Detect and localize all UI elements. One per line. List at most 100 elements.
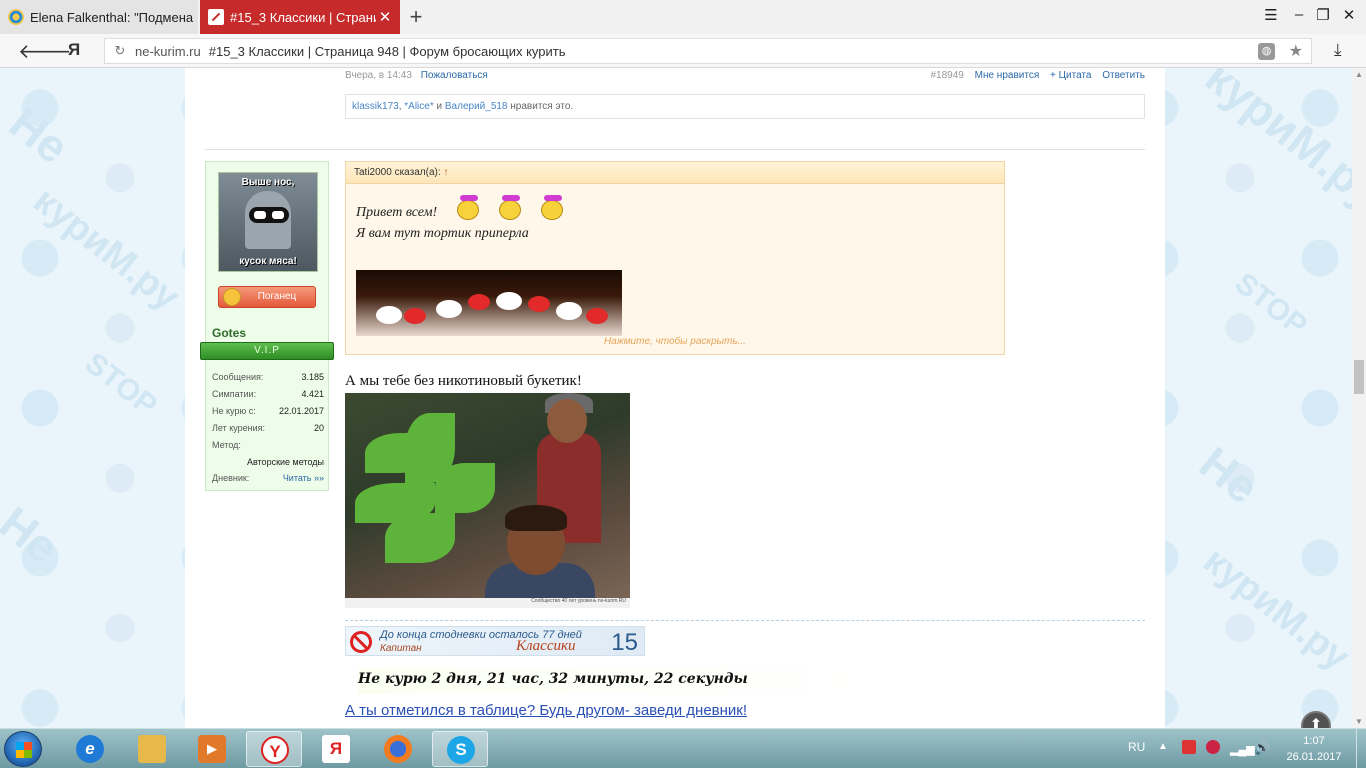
stat-row: Не курю с: 22.01.2017 bbox=[212, 406, 324, 423]
no-smoking-icon bbox=[350, 631, 372, 653]
restore-icon[interactable]: ❐ bbox=[1312, 6, 1334, 24]
avatar[interactable]: Выше нос, кусок мяса! bbox=[218, 172, 318, 272]
berry bbox=[468, 294, 490, 310]
cream bbox=[376, 306, 402, 324]
stat-label: Метод: bbox=[212, 440, 241, 450]
counter-number: 15 bbox=[611, 629, 638, 656]
photo-caption: Сообщество 40 лет уровень ne-kurim.RU bbox=[345, 598, 630, 608]
tab-title: Elena Falkenthal: "Подмена bbox=[30, 9, 194, 25]
taskbar-yandex[interactable]: Я bbox=[308, 731, 364, 767]
url-field[interactable]: ↻ ne-kurim.ru #15_3 Классики | Страница … bbox=[104, 38, 1312, 64]
taskbar-skype[interactable]: S bbox=[432, 731, 488, 767]
stodnevka-counter[interactable]: До конца стодневки осталось 77 дней Капи… bbox=[345, 626, 645, 656]
watermark: Не bbox=[0, 496, 69, 574]
counter-line2: Капитан bbox=[380, 643, 422, 654]
watermark: STOP bbox=[78, 346, 164, 423]
child-face bbox=[547, 399, 587, 443]
start-button[interactable] bbox=[4, 731, 42, 767]
diary-link[interactable]: Читать »» bbox=[283, 473, 324, 483]
liker-link[interactable]: *Alice* bbox=[404, 101, 433, 112]
window-close-icon[interactable]: ✕ bbox=[1338, 6, 1360, 24]
stat-row: Метод: bbox=[212, 440, 324, 457]
rank-label: Поганец bbox=[257, 291, 297, 302]
avatar-caption-bottom: кусок мяса! bbox=[239, 256, 297, 267]
username[interactable]: Gotes bbox=[212, 326, 246, 340]
rank-badge: Поганец bbox=[218, 286, 316, 308]
page-viewport: Не куриМ.ру STOP Не куриМ.ру STOP Не кур… bbox=[0, 68, 1352, 728]
quote-link[interactable]: + Цитата bbox=[1050, 70, 1091, 81]
quote-author[interactable]: Tati2000 сказал(а): bbox=[354, 167, 441, 178]
post-meta: Вчера, в 14:43 Пожаловаться #18949 Мне н… bbox=[345, 70, 1145, 81]
signal-icon[interactable]: ▂▄▆ bbox=[1230, 743, 1255, 757]
watermark: куриМ.ру bbox=[25, 179, 188, 319]
post-divider bbox=[205, 149, 1145, 150]
leaf bbox=[385, 513, 455, 563]
reply-link[interactable]: Ответить bbox=[1102, 70, 1145, 81]
taskbar-firefox[interactable] bbox=[370, 731, 426, 767]
yandex-logo[interactable]: Я bbox=[68, 40, 80, 60]
taskbar-media-player[interactable]: ▶ bbox=[184, 731, 240, 767]
quit-timer: Не курю 2 дня, 21 час, 32 минуты, 22 сек… bbox=[358, 668, 868, 694]
clock-time: 1:07 bbox=[1303, 735, 1325, 747]
liker-link[interactable]: klassik173 bbox=[352, 101, 399, 112]
watermark: куриМ.ру bbox=[1195, 539, 1352, 679]
volume-icon[interactable]: 🔊 bbox=[1254, 740, 1270, 755]
vip-badge: V.I.P bbox=[200, 342, 334, 360]
post-number[interactable]: #18949 bbox=[930, 70, 963, 81]
menu-icon[interactable]: ☰ bbox=[1260, 6, 1282, 24]
stat-value: Авторские методы bbox=[246, 457, 324, 467]
diary-invite-link[interactable]: А ты отметился в таблице? Будь другом- з… bbox=[345, 702, 747, 719]
quote-line: Привет всем! bbox=[356, 205, 438, 220]
show-desktop-button[interactable] bbox=[1356, 729, 1366, 768]
scroll-down-arrow-icon[interactable]: ▼ bbox=[1355, 717, 1363, 726]
new-tab-button[interactable]: + bbox=[405, 4, 427, 30]
tray-app-icon[interactable] bbox=[1182, 740, 1196, 754]
stat-row: Сообщения: 3.185 bbox=[212, 372, 324, 389]
likes-suffix: нравится это. bbox=[510, 101, 574, 112]
scrollbar-thumb[interactable] bbox=[1354, 360, 1364, 394]
quote-arrow-icon[interactable]: ↑ bbox=[443, 167, 448, 178]
download-icon[interactable]: ⤓ bbox=[1334, 40, 1342, 60]
taskbar-ie[interactable]: e bbox=[62, 731, 118, 767]
language-indicator[interactable]: RU bbox=[1128, 740, 1145, 768]
liker-link[interactable]: Валерий_518 bbox=[445, 101, 508, 112]
taskbar-yandex-browser[interactable]: Y bbox=[246, 731, 302, 767]
watermark: Не bbox=[1190, 436, 1269, 514]
expand-link[interactable]: Нажмите, чтобы раскрыть... bbox=[346, 336, 1004, 347]
url-title: #15_3 Классики | Страница 948 | Форум бр… bbox=[208, 43, 566, 59]
stat-value: 4.421 bbox=[301, 389, 324, 399]
watermark: Не bbox=[0, 96, 79, 174]
antivirus-icon[interactable] bbox=[1206, 740, 1220, 754]
stat-label: Симпатии: bbox=[212, 389, 257, 399]
tab-elena[interactable]: Elena Falkenthal: "Подмена bbox=[0, 0, 198, 34]
close-icon[interactable]: ✕ bbox=[376, 8, 394, 26]
star-icon[interactable]: ★ bbox=[1289, 41, 1303, 61]
cake-image[interactable] bbox=[356, 270, 622, 336]
reload-icon[interactable]: ↻ bbox=[105, 43, 135, 59]
report-link[interactable]: Пожаловаться bbox=[421, 70, 488, 81]
stat-value: 22.01.2017 bbox=[278, 406, 324, 416]
tab-forum[interactable]: #15_3 Классики | Страни ✕ bbox=[200, 0, 400, 34]
tray-expand-icon[interactable]: ▲ bbox=[1158, 741, 1168, 768]
cream bbox=[436, 300, 462, 318]
globe-icon[interactable]: ◍ bbox=[1258, 43, 1275, 60]
minimize-icon[interactable]: – bbox=[1288, 6, 1310, 23]
likes-and: и bbox=[436, 101, 443, 112]
watermark: STOP bbox=[1228, 266, 1314, 343]
quote-block: Tati2000 сказал(а): ↑ Привет всем! Я вам… bbox=[345, 161, 1005, 355]
system-clock[interactable]: 1:07 26.01.2017 bbox=[1286, 733, 1342, 765]
post-photo[interactable] bbox=[345, 393, 630, 598]
address-bar: 🡐 Я ↻ ne-kurim.ru #15_3 Классики | Стран… bbox=[0, 34, 1366, 68]
back-arrow-icon[interactable]: 🡐 bbox=[18, 39, 72, 64]
like-link[interactable]: Мне нравится bbox=[975, 70, 1040, 81]
taskbar-explorer[interactable] bbox=[124, 731, 180, 767]
vertical-scrollbar[interactable]: ▲ ▼ bbox=[1352, 68, 1366, 728]
leaf bbox=[435, 463, 495, 513]
cream bbox=[556, 302, 582, 320]
watermark: куриМ.ру bbox=[1196, 68, 1352, 220]
tab-title: #15_3 Классики | Страни bbox=[230, 9, 376, 25]
scroll-top-button[interactable]: ⬆ bbox=[1301, 711, 1331, 728]
firefox-icon bbox=[384, 735, 412, 763]
scroll-up-arrow-icon[interactable]: ▲ bbox=[1355, 70, 1363, 79]
smiley-icon bbox=[457, 195, 480, 220]
